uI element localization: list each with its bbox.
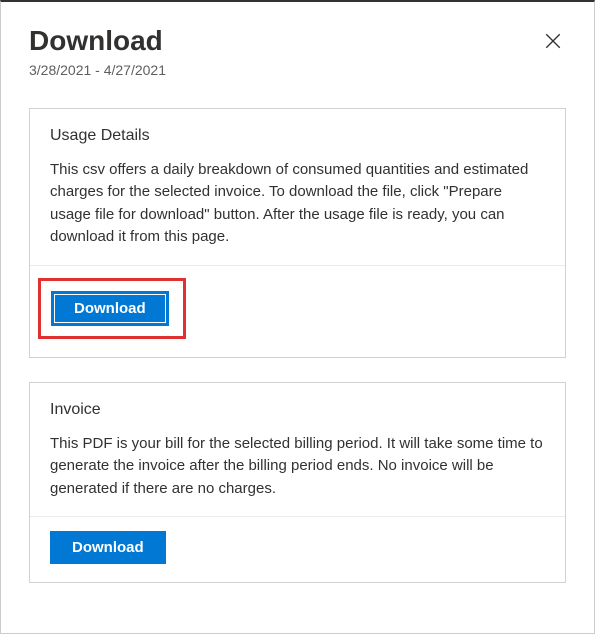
usage-download-button[interactable]: Download <box>51 291 169 326</box>
invoice-card-title: Invoice <box>50 401 545 419</box>
usage-card-title: Usage Details <box>50 127 545 145</box>
invoice-card-body: Invoice This PDF is your bill for the se… <box>30 383 565 517</box>
usage-card-footer: Download <box>30 265 565 357</box>
usage-details-card: Usage Details This csv offers a daily br… <box>29 108 566 358</box>
invoice-download-button[interactable]: Download <box>50 531 166 564</box>
usage-card-body: Usage Details This csv offers a daily br… <box>30 109 565 265</box>
invoice-card-description: This PDF is your bill for the selected b… <box>50 433 545 501</box>
invoice-card: Invoice This PDF is your bill for the se… <box>29 382 566 584</box>
page-title: Download <box>29 24 166 58</box>
annotation-highlight: Download <box>38 278 186 339</box>
invoice-card-footer: Download <box>30 516 565 582</box>
close-button[interactable] <box>540 28 566 57</box>
close-icon <box>544 32 562 50</box>
usage-card-description: This csv offers a daily breakdown of con… <box>50 159 545 249</box>
billing-date-range: 3/28/2021 - 4/27/2021 <box>29 62 166 78</box>
header-text-group: Download 3/28/2021 - 4/27/2021 <box>29 24 166 78</box>
panel-header: Download 3/28/2021 - 4/27/2021 <box>29 24 566 78</box>
